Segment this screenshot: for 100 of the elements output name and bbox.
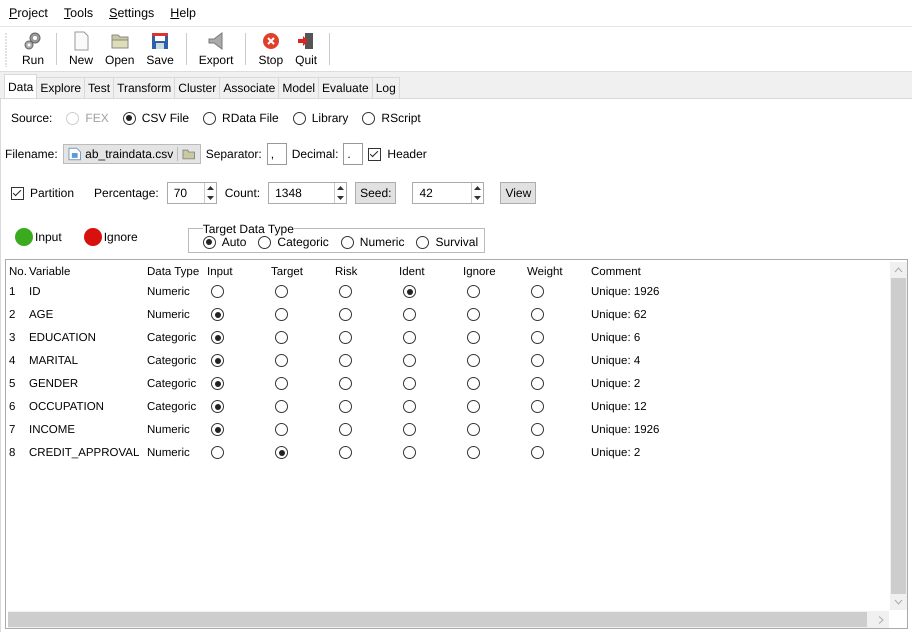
role-radio[interactable] (403, 331, 416, 344)
role-radio[interactable] (211, 285, 224, 298)
menu-item[interactable]: Tools (64, 6, 94, 20)
separator-field[interactable]: , (266, 143, 287, 165)
role-radio[interactable] (531, 285, 544, 298)
menu-item[interactable]: Help (170, 6, 196, 20)
source-radio[interactable]: RScript (362, 111, 421, 125)
source-radio[interactable]: RData File (203, 111, 279, 125)
table-cell-text: 1 (9, 286, 16, 298)
spin-arrows-icon[interactable] (334, 183, 346, 203)
spin-arrows-icon[interactable] (471, 183, 484, 203)
percentage-spinbox[interactable]: 70 (166, 182, 217, 204)
tab[interactable]: Log (372, 77, 400, 98)
role-radio[interactable] (467, 354, 480, 367)
role-radio[interactable] (403, 446, 416, 459)
role-radio[interactable] (467, 377, 480, 390)
role-radio[interactable] (531, 331, 544, 344)
table-cell-text: Unique: 62 (591, 308, 648, 320)
role-radio[interactable] (339, 285, 352, 298)
role-radio[interactable] (467, 308, 480, 321)
role-radio[interactable] (211, 331, 224, 344)
new-button[interactable]: New (63, 31, 100, 67)
table-cell-text: Numeric (147, 424, 191, 436)
role-radio[interactable] (339, 377, 352, 390)
role-radio[interactable] (403, 423, 416, 436)
role-radio[interactable] (211, 423, 224, 436)
table-cell-text: 6 (9, 400, 16, 412)
role-radio[interactable] (403, 308, 416, 321)
quit-button[interactable]: Quit (289, 31, 324, 67)
role-radio[interactable] (339, 308, 352, 321)
role-radio[interactable] (275, 308, 288, 321)
role-radio[interactable] (275, 446, 288, 459)
target-type-radio[interactable]: Categoric (258, 235, 329, 249)
count-spinbox[interactable]: 1348 (268, 182, 348, 204)
role-radio[interactable] (339, 446, 352, 459)
decimal-field[interactable]: . (343, 143, 364, 165)
view-button[interactable]: View (500, 182, 536, 204)
role-radio[interactable] (339, 400, 352, 413)
export-button[interactable]: Export (192, 31, 240, 67)
role-radio[interactable] (339, 354, 352, 367)
save-button[interactable]: Save (140, 31, 180, 67)
table-cell-text: Unique: 12 (591, 400, 648, 412)
seed-button[interactable]: Seed: (355, 182, 396, 204)
spin-arrows-icon[interactable] (204, 183, 216, 203)
role-radio[interactable] (403, 354, 416, 367)
folder-icon[interactable] (182, 148, 196, 160)
source-radio[interactable]: Library (292, 111, 348, 125)
menu-item[interactable]: Project (9, 6, 48, 20)
filename-label: Filename: (5, 147, 58, 161)
target-type-radio[interactable]: Auto (202, 235, 246, 249)
role-radio[interactable] (403, 285, 416, 298)
table-cell-text: MARITAL (29, 354, 79, 366)
role-radio[interactable] (467, 400, 480, 413)
table-cell-text: Numeric (147, 308, 191, 320)
tab[interactable]: Data (4, 74, 38, 98)
role-radio[interactable] (467, 446, 480, 459)
role-radio[interactable] (211, 354, 224, 367)
role-radio[interactable] (531, 308, 544, 321)
table-cell-text: 4 (9, 354, 16, 366)
role-radio[interactable] (275, 331, 288, 344)
filename-field[interactable]: ab_traindata.csv (62, 144, 201, 164)
seed-spinbox[interactable]: 42 (412, 182, 484, 204)
toolbar-grip-icon (4, 31, 8, 67)
role-radio[interactable] (467, 331, 480, 344)
target-type-radio[interactable]: Survival (416, 235, 478, 249)
role-radio[interactable] (467, 285, 480, 298)
role-radio[interactable] (275, 400, 288, 413)
role-radio[interactable] (339, 331, 352, 344)
role-radio[interactable] (211, 308, 224, 321)
role-radio[interactable] (531, 377, 544, 390)
role-radio[interactable] (531, 354, 544, 367)
role-radio[interactable] (531, 446, 544, 459)
role-radio[interactable] (339, 423, 352, 436)
role-radio[interactable] (275, 423, 288, 436)
role-radio[interactable] (211, 446, 224, 459)
table-cell-text: INCOME (29, 424, 76, 436)
table-cell-text: Unique: 2 (591, 378, 642, 390)
partition-checkbox[interactable]: Partition (11, 186, 74, 200)
table-cell-text: CREDIT_APPROVAL (29, 446, 140, 458)
role-radio[interactable] (531, 423, 544, 436)
source-radio[interactable]: CSV File (122, 111, 190, 125)
horizontal-scrollbar[interactable] (8, 611, 889, 628)
menu-item[interactable]: Settings (109, 6, 154, 20)
role-radio[interactable] (211, 377, 224, 390)
role-radio[interactable] (275, 354, 288, 367)
stop-button[interactable]: Stop (252, 31, 290, 67)
target-type-radio[interactable]: Numeric (340, 235, 404, 249)
role-radio[interactable] (275, 377, 288, 390)
role-radio[interactable] (531, 400, 544, 413)
role-radio[interactable] (403, 377, 416, 390)
header-checkbox[interactable]: Header (368, 147, 427, 161)
role-radio[interactable] (275, 285, 288, 298)
role-radio[interactable] (403, 400, 416, 413)
table-cell-text: Numeric (147, 286, 191, 298)
run-button[interactable]: Run (16, 31, 50, 67)
role-radio[interactable] (467, 423, 480, 436)
role-radio[interactable] (211, 400, 224, 413)
column-header: Comment (591, 266, 642, 278)
open-button[interactable]: Open (99, 31, 140, 67)
file-icon (68, 147, 82, 161)
